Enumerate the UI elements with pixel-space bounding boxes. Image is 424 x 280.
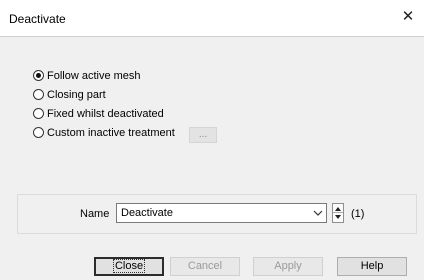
spin-down-icon[interactable] bbox=[335, 215, 341, 219]
option-custom-inactive-treatment[interactable]: Custom inactive treatment bbox=[33, 123, 175, 142]
spin-divider bbox=[333, 212, 343, 213]
option-label: Fixed whilst deactivated bbox=[47, 107, 164, 120]
radio-follow-active-mesh[interactable] bbox=[33, 70, 44, 81]
spin-up-icon[interactable] bbox=[335, 207, 341, 211]
radio-fixed-whilst-deactivated[interactable] bbox=[33, 108, 44, 119]
option-closing-part[interactable]: Closing part bbox=[33, 85, 175, 104]
option-label: Follow active mesh bbox=[47, 69, 141, 82]
name-count: (1) bbox=[351, 208, 365, 220]
name-combobox[interactable]: Deactivate bbox=[116, 203, 327, 223]
option-label: Closing part bbox=[47, 88, 106, 101]
treatment-options: Follow active mesh Closing part Fixed wh… bbox=[33, 66, 175, 142]
custom-treatment-button[interactable]: ... bbox=[189, 127, 217, 143]
close-icon[interactable]: ✕ bbox=[397, 6, 419, 28]
radio-custom-inactive-treatment[interactable] bbox=[33, 127, 44, 138]
chevron-down-icon[interactable] bbox=[313, 208, 323, 218]
name-spinner[interactable] bbox=[332, 203, 344, 223]
help-button[interactable]: Help bbox=[337, 257, 407, 276]
option-label: Custom inactive treatment bbox=[47, 126, 175, 139]
option-follow-active-mesh[interactable]: Follow active mesh bbox=[33, 66, 175, 85]
close-button[interactable]: Close bbox=[94, 257, 164, 276]
radio-closing-part[interactable] bbox=[33, 89, 44, 100]
window-title: Deactivate bbox=[9, 12, 66, 26]
name-value: Deactivate bbox=[121, 207, 173, 219]
apply-button[interactable]: Apply bbox=[253, 257, 323, 276]
name-label: Name bbox=[80, 208, 110, 220]
cancel-button[interactable]: Cancel bbox=[170, 257, 240, 276]
close-button-label: Close bbox=[112, 259, 146, 273]
title-bar: Deactivate ✕ bbox=[0, 0, 424, 37]
option-fixed-whilst-deactivated[interactable]: Fixed whilst deactivated bbox=[33, 104, 175, 123]
